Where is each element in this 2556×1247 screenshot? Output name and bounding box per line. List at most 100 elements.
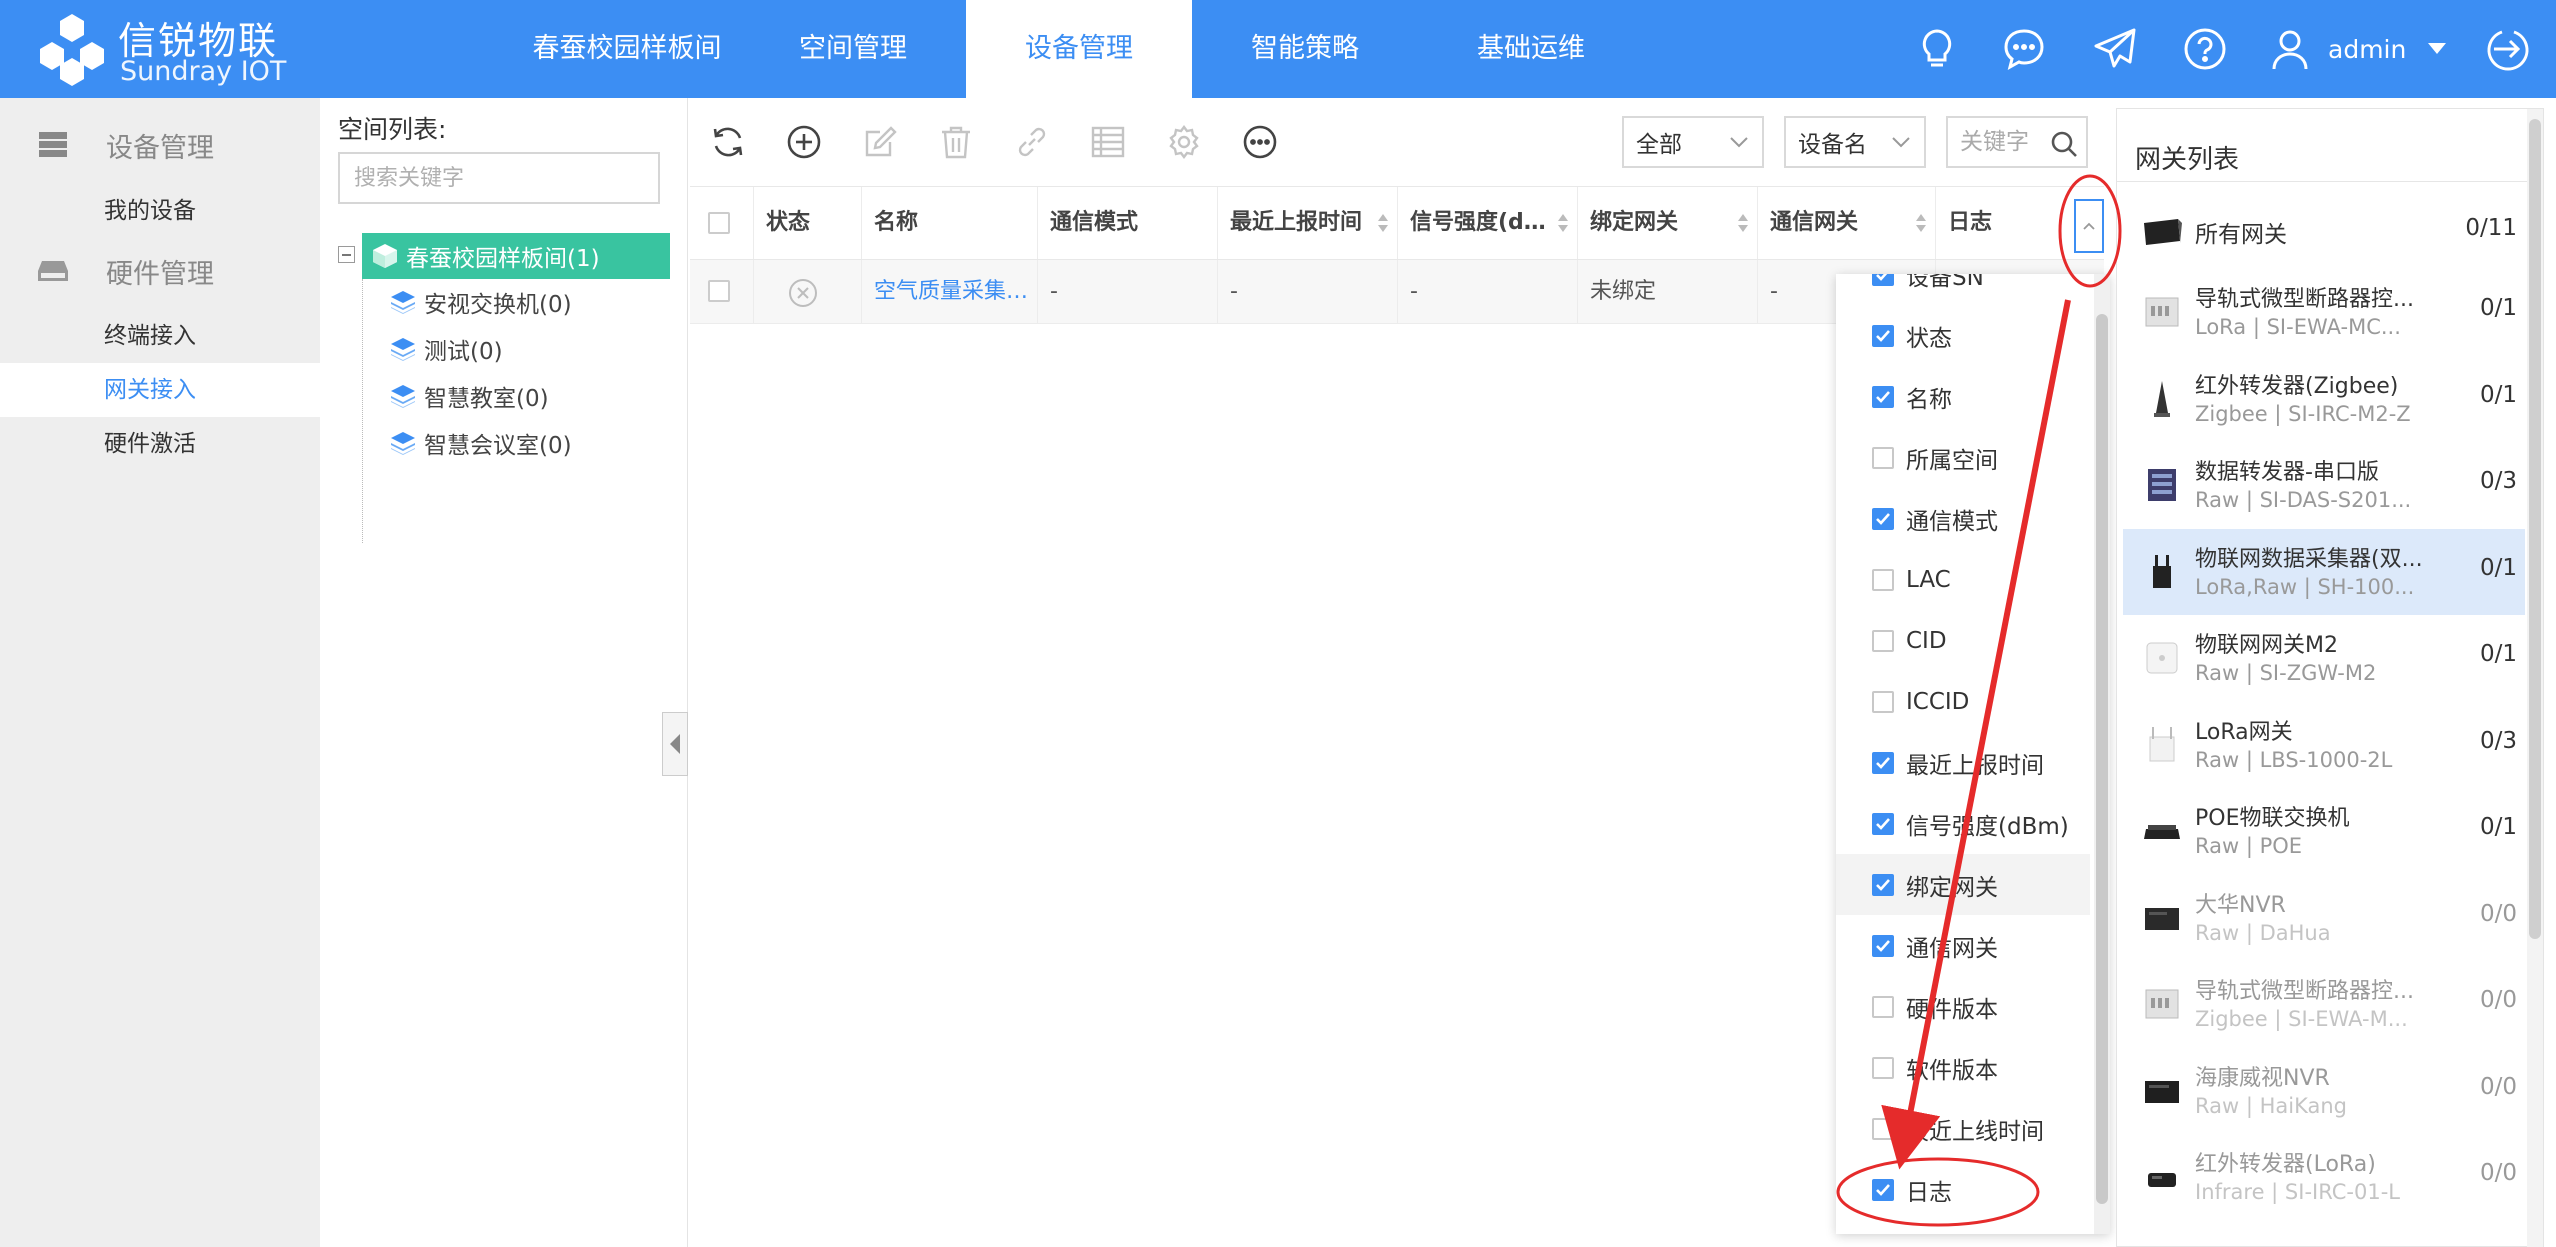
gateway-item[interactable]: 物联网网关M2 Raw | SI-ZGW-M2 0/1 bbox=[2123, 615, 2525, 701]
select-all-checkbox[interactable] bbox=[708, 212, 730, 234]
user-menu[interactable]: admin bbox=[2270, 22, 2447, 76]
col-name[interactable]: 名称 bbox=[862, 187, 1038, 259]
cell-name[interactable]: 空气质量采集… bbox=[862, 260, 1038, 324]
column-option[interactable]: 设备SN bbox=[1836, 274, 2090, 305]
col-last-report[interactable]: 最近上报时间 bbox=[1218, 187, 1398, 259]
column-picker-toggle[interactable] bbox=[2074, 199, 2104, 253]
gateway-item[interactable]: 数据转发器-串口版 Raw | SI-DAS-S201... 0/3 bbox=[2123, 442, 2525, 528]
add-button[interactable] bbox=[780, 118, 828, 166]
gateway-item[interactable]: 红外转发器(Zigbee) Zigbee | SI-IRC-M2-Z 0/1 bbox=[2123, 356, 2525, 442]
tree-node[interactable]: 智慧会议室(0) bbox=[390, 423, 572, 463]
tree-node[interactable]: 安视交换机(0) bbox=[390, 282, 572, 322]
link-button[interactable] bbox=[1008, 118, 1056, 166]
gateway-item[interactable]: LoRa网关 Raw | LBS-1000-2L 0/3 bbox=[2123, 702, 2525, 788]
checkbox-checked[interactable] bbox=[1872, 751, 1894, 774]
checkbox-checked[interactable] bbox=[1872, 873, 1894, 896]
column-option[interactable]: CID bbox=[1836, 610, 2090, 671]
more-button[interactable] bbox=[1236, 118, 1284, 166]
sidebar-item-my-devices[interactable]: 我的设备 bbox=[0, 184, 320, 238]
column-option[interactable]: 最近上线时间 bbox=[1836, 1098, 2090, 1159]
tree-node-root[interactable]: 春蚕校园样板间(1) bbox=[362, 233, 670, 279]
sort-icon[interactable] bbox=[1377, 213, 1389, 233]
gateway-item[interactable]: 大华NVR Raw | DaHua 0/0 bbox=[2123, 875, 2525, 961]
gateway-item[interactable]: 海康威视NVR Raw | HaiKang 0/0 bbox=[2123, 1048, 2525, 1134]
gateway-item[interactable]: POE物联交换机 Raw | POE 0/1 bbox=[2123, 788, 2525, 874]
sidebar-group-hardware-management[interactable]: 硬件管理 bbox=[0, 244, 320, 298]
logout-icon[interactable] bbox=[2484, 22, 2534, 76]
search-icon[interactable] bbox=[2050, 130, 2078, 158]
chat-icon[interactable] bbox=[1999, 22, 2049, 76]
help-icon[interactable] bbox=[2180, 22, 2230, 76]
column-option[interactable]: 绑定网关 bbox=[1836, 854, 2090, 915]
column-option[interactable]: 软件版本 bbox=[1836, 1037, 2090, 1098]
tree-node[interactable]: 智慧教室(0) bbox=[390, 376, 549, 416]
checkbox-checked[interactable] bbox=[1872, 934, 1894, 957]
checkbox-checked[interactable] bbox=[1872, 507, 1894, 530]
settings-button[interactable] bbox=[1160, 118, 1208, 166]
sort-icon[interactable] bbox=[1915, 213, 1927, 233]
scroll-thumb[interactable] bbox=[2529, 119, 2541, 939]
refresh-button[interactable] bbox=[704, 118, 752, 166]
tab-basic-ops[interactable]: 基础运维 bbox=[1418, 0, 1644, 98]
scope-filter-select[interactable]: 全部 bbox=[1622, 116, 1764, 168]
col-signal[interactable]: 信号强度(d… bbox=[1398, 187, 1578, 259]
sort-icon[interactable] bbox=[1737, 213, 1749, 233]
tree-collapse-toggle[interactable] bbox=[338, 246, 355, 263]
gateway-item[interactable]: 导轨式微型断路器控... Zigbee | SI-EWA-M... 0/0 bbox=[2123, 961, 2525, 1047]
space-search-input[interactable] bbox=[338, 152, 660, 204]
sidebar-item-terminal-access[interactable]: 终端接入 bbox=[0, 309, 320, 363]
gateway-item-all[interactable]: 所有网关 0/11 bbox=[2123, 199, 2525, 263]
scroll-thumb[interactable] bbox=[2096, 314, 2108, 1204]
gateway-list-scrollbar[interactable] bbox=[2527, 109, 2543, 1247]
column-option[interactable]: 通信模式 bbox=[1836, 488, 2090, 549]
tree-node[interactable]: 测试(0) bbox=[390, 329, 503, 369]
col-status[interactable]: 状态 bbox=[754, 187, 862, 259]
column-option[interactable]: 日志 bbox=[1836, 1159, 2090, 1220]
tab-smart-strategy[interactable]: 智能策略 bbox=[1192, 0, 1418, 98]
column-option[interactable]: 硬件版本 bbox=[1836, 976, 2090, 1037]
keyword-search[interactable] bbox=[1946, 116, 2088, 168]
checkbox-unchecked[interactable] bbox=[1872, 995, 1894, 1018]
brand-logo[interactable]: 信锐物联 Sundray IOT bbox=[30, 8, 286, 92]
col-comm-gateway[interactable]: 通信网关 bbox=[1758, 187, 1936, 259]
checkbox-unchecked[interactable] bbox=[1872, 1117, 1894, 1140]
delete-button[interactable] bbox=[932, 118, 980, 166]
sidebar-item-gateway-access[interactable]: 网关接入 bbox=[0, 363, 320, 417]
checkbox-unchecked[interactable] bbox=[1872, 629, 1894, 652]
column-picker-scrollbar[interactable] bbox=[2094, 274, 2110, 1234]
tab-space-management[interactable]: 空间管理 bbox=[742, 0, 964, 98]
checkbox-unchecked[interactable] bbox=[1872, 1056, 1894, 1079]
checkbox-checked[interactable] bbox=[1872, 1178, 1894, 1201]
panel-collapse-handle[interactable] bbox=[662, 712, 688, 776]
gateway-item[interactable]: 物联网数据采集器(双... LoRa,Raw | SH-100... 0/1 bbox=[2123, 528, 2525, 615]
checkbox-checked[interactable] bbox=[1872, 812, 1894, 835]
col-bound-gateway[interactable]: 绑定网关 bbox=[1578, 187, 1758, 259]
gateway-item[interactable]: 导轨式微型断路器控... LoRa | SI-EWA-MC... 0/1 bbox=[2123, 269, 2525, 355]
sort-icon[interactable] bbox=[1557, 213, 1569, 233]
checkbox-checked[interactable] bbox=[1872, 385, 1894, 408]
column-option[interactable]: 状态 bbox=[1836, 305, 2090, 366]
tab-campus[interactable]: 春蚕校园样板间 bbox=[512, 0, 742, 98]
bulb-icon[interactable] bbox=[1912, 22, 1962, 76]
column-option[interactable]: 所属空间 bbox=[1836, 427, 2090, 488]
send-icon[interactable] bbox=[2090, 22, 2140, 76]
column-option[interactable]: ICCID bbox=[1836, 671, 2090, 732]
checkbox-unchecked[interactable] bbox=[1872, 446, 1894, 469]
list-button[interactable] bbox=[1084, 118, 1132, 166]
column-option[interactable]: 名称 bbox=[1836, 366, 2090, 427]
row-checkbox[interactable] bbox=[708, 280, 730, 302]
checkbox-unchecked[interactable] bbox=[1872, 568, 1894, 591]
sidebar-item-hardware-activation[interactable]: 硬件激活 bbox=[0, 417, 320, 471]
field-filter-select[interactable]: 设备名 bbox=[1784, 116, 1926, 168]
column-option[interactable]: 信号强度(dBm) bbox=[1836, 793, 2090, 854]
column-option[interactable]: 最近上报时间 bbox=[1836, 732, 2090, 793]
column-option[interactable]: LAC bbox=[1836, 549, 2090, 610]
checkbox-checked[interactable] bbox=[1872, 324, 1894, 347]
keyword-input[interactable] bbox=[1948, 118, 2048, 166]
sidebar-group-device-management[interactable]: 设备管理 bbox=[0, 118, 320, 172]
checkbox-unchecked[interactable] bbox=[1872, 690, 1894, 713]
edit-button[interactable] bbox=[856, 118, 904, 166]
tab-device-management[interactable]: 设备管理 bbox=[966, 0, 1192, 98]
column-option[interactable]: 通信网关 bbox=[1836, 915, 2090, 976]
gateway-item[interactable]: 红外转发器(LoRa) Infrare | SI-IRC-01-L 0/0 bbox=[2123, 1134, 2525, 1220]
